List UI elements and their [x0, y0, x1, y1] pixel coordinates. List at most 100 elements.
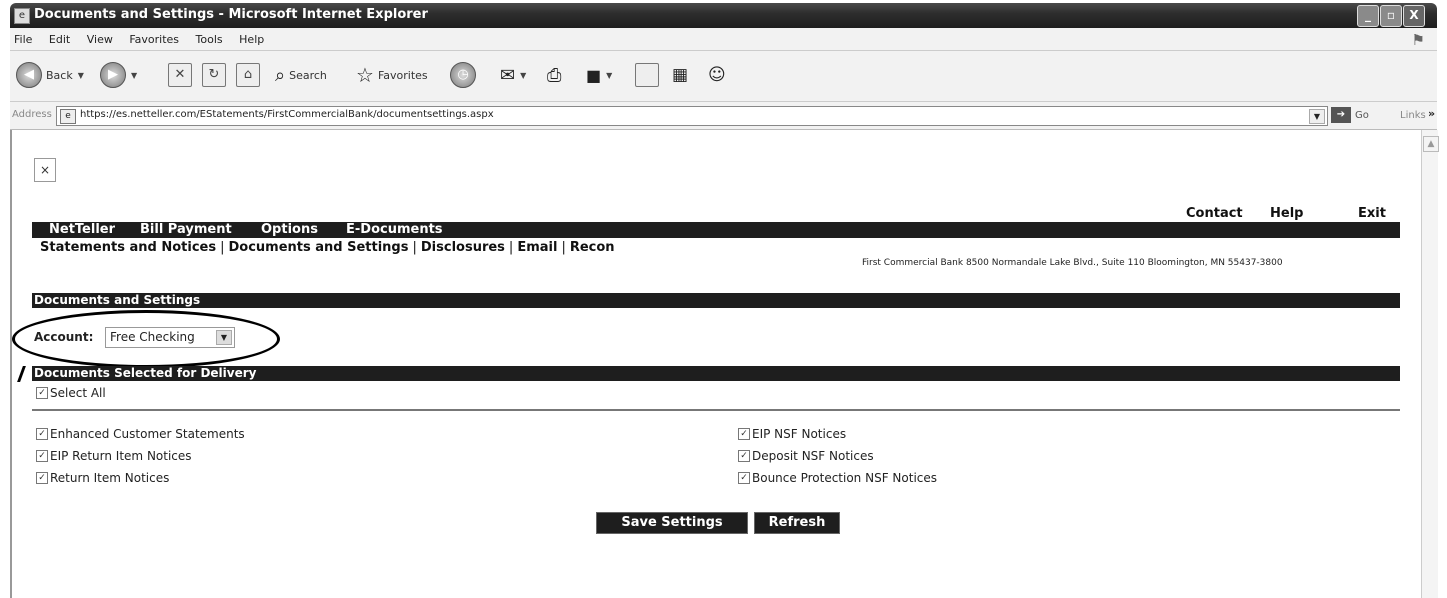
page-icon: e: [60, 109, 76, 124]
subnav-separator: |: [412, 240, 417, 255]
vertical-scrollbar[interactable]: ▲: [1421, 130, 1439, 598]
address-dropdown-icon[interactable]: ▼: [1309, 109, 1325, 124]
divider: [32, 409, 1400, 411]
print-icon: ⎙: [547, 64, 562, 86]
discuss-button[interactable]: [635, 60, 659, 90]
doc-label: Enhanced Customer Statements: [50, 427, 245, 441]
contact-link[interactable]: Contact: [1186, 206, 1243, 221]
nav-e-documents[interactable]: E-Documents: [346, 222, 443, 237]
select-all-checkbox[interactable]: ✓ Select All: [36, 386, 106, 400]
doc-checkbox-return-item[interactable]: ✓ Return Item Notices: [36, 471, 169, 485]
scroll-up-icon[interactable]: ▲: [1423, 136, 1439, 152]
annotation-ellipse: [12, 310, 280, 368]
ie-app-icon: e: [14, 8, 30, 24]
subnav-separator: |: [561, 240, 566, 255]
search-button[interactable]: ⌕ Search: [275, 60, 327, 90]
forward-button[interactable]: ▶ ▼: [100, 60, 137, 90]
edit-dropdown-icon[interactable]: ▼: [606, 71, 612, 80]
checkbox-check-icon[interactable]: ✓: [36, 450, 48, 462]
home-icon: ⌂: [236, 63, 260, 87]
windows-flag-icon: ⚑: [1411, 31, 1425, 49]
exit-link[interactable]: Exit: [1358, 206, 1386, 221]
refresh-browser-button[interactable]: ↻: [202, 60, 226, 90]
back-dropdown-icon[interactable]: ▼: [78, 71, 84, 80]
sub-nav: Statements and Notices | Documents and Set…: [40, 240, 615, 255]
address-input[interactable]: e https://es.netteller.com/EStatements/F…: [56, 106, 1328, 126]
doc-label: EIP Return Item Notices: [50, 449, 192, 463]
bank-address: First Commercial Bank 8500 Normandale La…: [862, 258, 1283, 268]
print-button[interactable]: ⎙: [547, 60, 561, 90]
subnav-statements-notices[interactable]: Statements and Notices: [40, 240, 216, 255]
edit-button[interactable]: ■ ▼: [586, 60, 612, 90]
browser-toolbar: ◀ Back ▼ ▶ ▼ ✕ ↻ ⌂ ⌕ Search ☆ Favorites …: [10, 51, 1437, 102]
subnav-recon[interactable]: Recon: [570, 240, 615, 255]
close-button[interactable]: X: [1403, 5, 1425, 27]
refresh-button[interactable]: Refresh: [754, 512, 840, 534]
back-arrow-icon: ◀: [16, 62, 42, 88]
subnav-email[interactable]: Email: [517, 240, 557, 255]
nav-bill-payment[interactable]: Bill Payment: [140, 222, 232, 237]
favorites-button[interactable]: ☆ Favorites: [356, 60, 428, 90]
title-bar: e Documents and Settings - Microsoft Int…: [10, 3, 1437, 28]
history-button[interactable]: ◷: [450, 60, 476, 90]
subnav-disclosures[interactable]: Disclosures: [421, 240, 505, 255]
checkbox-check-icon[interactable]: ✓: [36, 472, 48, 484]
doc-checkbox-enhanced-statements[interactable]: ✓ Enhanced Customer Statements: [36, 427, 245, 441]
subnav-separator: |: [220, 240, 225, 255]
search-icon: ⌕: [275, 64, 286, 86]
menu-favorites[interactable]: Favorites: [129, 33, 179, 46]
menu-tools[interactable]: Tools: [196, 33, 223, 46]
select-all-label: Select All: [50, 386, 106, 400]
doc-checkbox-eip-return-item[interactable]: ✓ EIP Return Item Notices: [36, 449, 192, 463]
annotation-mark: [9, 366, 26, 382]
save-settings-button[interactable]: Save Settings: [596, 512, 748, 534]
doc-checkbox-bounce-protection-nsf[interactable]: ✓ Bounce Protection NSF Notices: [738, 471, 937, 485]
menu-help[interactable]: Help: [239, 33, 264, 46]
stop-button[interactable]: ✕: [168, 60, 192, 90]
doc-checkbox-deposit-nsf[interactable]: ✓ Deposit NSF Notices: [738, 449, 874, 463]
menu-view[interactable]: View: [87, 33, 113, 46]
nav-netteller[interactable]: NetTeller: [49, 222, 115, 237]
stop-icon: ✕: [168, 63, 192, 87]
discuss-icon: [635, 63, 659, 87]
refresh-icon: ↻: [202, 63, 226, 87]
mail-button[interactable]: ✉ ▼: [500, 60, 526, 90]
checkbox-check-icon[interactable]: ✓: [738, 472, 750, 484]
menu-bar: File Edit View Favorites Tools Help ⚑: [10, 28, 1437, 51]
subnav-documents-settings[interactable]: Documents and Settings: [228, 240, 408, 255]
doc-label: EIP NSF Notices: [752, 427, 847, 441]
doc-label: Deposit NSF Notices: [752, 449, 874, 463]
delivery-section-title: Documents Selected for Delivery: [34, 366, 257, 380]
checkbox-check-icon[interactable]: ✓: [738, 428, 750, 440]
mail-dropdown-icon[interactable]: ▼: [520, 71, 526, 80]
history-icon: ◷: [450, 62, 476, 88]
nav-options[interactable]: Options: [261, 222, 318, 237]
forward-arrow-icon: ▶: [100, 62, 126, 88]
address-url: https://es.netteller.com/EStatements/Fir…: [80, 109, 494, 120]
home-button[interactable]: ⌂: [236, 60, 260, 90]
maximize-button[interactable]: ▫: [1380, 5, 1402, 27]
back-button[interactable]: ◀ Back ▼: [16, 60, 84, 90]
messenger-button[interactable]: ☺: [708, 60, 726, 90]
forward-dropdown-icon[interactable]: ▼: [131, 71, 137, 80]
minimize-button[interactable]: _: [1357, 5, 1379, 27]
doc-label: Bounce Protection NSF Notices: [752, 471, 938, 485]
menu-edit[interactable]: Edit: [49, 33, 70, 46]
broken-image-icon: ×: [34, 158, 56, 182]
go-button[interactable]: Go: [1355, 110, 1369, 121]
page-content: × Contact Help Exit NetTeller Bill Payme…: [9, 130, 1422, 598]
research-button[interactable]: ▦: [672, 60, 688, 90]
address-label: Address: [12, 109, 52, 120]
checkbox-check-icon[interactable]: ✓: [36, 387, 48, 399]
links-button[interactable]: Links: [1400, 110, 1426, 121]
research-icon: ▦: [672, 65, 689, 85]
help-link[interactable]: Help: [1270, 206, 1303, 221]
settings-section-title: Documents and Settings: [34, 293, 201, 307]
go-arrow-icon[interactable]: ➔: [1331, 107, 1351, 123]
checkbox-check-icon[interactable]: ✓: [738, 450, 750, 462]
delivery-section-header: Documents Selected for Delivery: [32, 366, 1400, 381]
menu-file[interactable]: File: [14, 33, 32, 46]
checkbox-check-icon[interactable]: ✓: [36, 428, 48, 440]
links-chevron-icon[interactable]: »: [1428, 107, 1435, 120]
doc-checkbox-eip-nsf[interactable]: ✓ EIP NSF Notices: [738, 427, 846, 441]
